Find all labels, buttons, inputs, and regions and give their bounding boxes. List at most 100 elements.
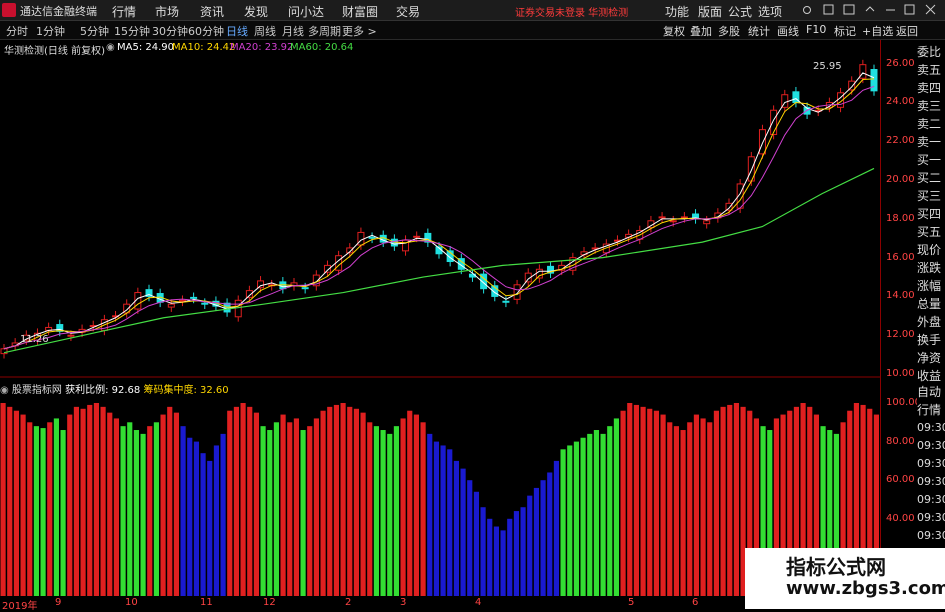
indicator-bar bbox=[680, 430, 686, 596]
side-item-lower[interactable]: 自动 bbox=[917, 384, 941, 400]
indicator-bar bbox=[700, 418, 706, 596]
menu-news[interactable]: 资讯 bbox=[200, 3, 224, 20]
indicator-bar bbox=[180, 426, 186, 596]
tool-f10[interactable]: F10 bbox=[806, 23, 826, 36]
indicator-bar bbox=[513, 511, 519, 596]
indicator-bar bbox=[687, 422, 693, 596]
period-60min[interactable]: 60分钟 bbox=[188, 23, 224, 39]
date-label: 12 bbox=[263, 597, 276, 608]
period-1min[interactable]: 1分钟 bbox=[36, 23, 65, 39]
indicator-bar bbox=[693, 414, 699, 596]
period-intraday[interactable]: 分时 bbox=[6, 23, 28, 39]
period-weekly[interactable]: 周线 bbox=[254, 23, 276, 39]
indicator-bar bbox=[160, 414, 166, 596]
tool-watchlist[interactable]: +自选 bbox=[862, 23, 893, 39]
candle-body bbox=[368, 236, 376, 239]
menu-quotes[interactable]: 行情 bbox=[112, 3, 136, 20]
period-multi[interactable]: 多周期 bbox=[308, 23, 341, 39]
period-monthly[interactable]: 月线 bbox=[282, 23, 304, 39]
close-icon[interactable] bbox=[925, 4, 936, 15]
side-item[interactable]: 买五 bbox=[917, 224, 941, 240]
indicator-bar bbox=[27, 422, 33, 596]
side-item[interactable]: 买三 bbox=[917, 188, 941, 204]
menu-options[interactable]: 选项 bbox=[758, 3, 782, 20]
side-item-lower[interactable]: 09:30 bbox=[917, 492, 945, 508]
side-item[interactable]: 外盘 bbox=[917, 314, 941, 330]
period-daily[interactable]: 日线 bbox=[226, 23, 248, 39]
side-item[interactable]: 卖二 bbox=[917, 116, 941, 132]
side-item-lower[interactable]: 09:30 bbox=[917, 420, 945, 436]
menu-market[interactable]: 市场 bbox=[155, 3, 179, 20]
side-item[interactable]: 卖一 bbox=[917, 134, 941, 150]
side-item[interactable]: 卖三 bbox=[917, 98, 941, 114]
indicator-bar bbox=[720, 406, 726, 596]
candlestick-chart[interactable] bbox=[0, 40, 880, 378]
tool-stats[interactable]: 统计 bbox=[748, 23, 770, 39]
tool-adjust[interactable]: 复权 bbox=[663, 23, 685, 39]
indicator-bar bbox=[573, 441, 579, 596]
indicator-bar bbox=[420, 422, 426, 596]
indicator-bar bbox=[393, 426, 399, 596]
menu-trade[interactable]: 交易 bbox=[396, 3, 420, 20]
side-item[interactable]: 买四 bbox=[917, 206, 941, 222]
side-item[interactable]: 涨跌 bbox=[917, 260, 941, 276]
side-item-lower[interactable]: 09:30 bbox=[917, 474, 945, 490]
side-item[interactable]: 换手 bbox=[917, 332, 941, 348]
period-5min[interactable]: 5分钟 bbox=[80, 23, 109, 39]
tool-mark[interactable]: 标记 bbox=[834, 23, 856, 39]
indicator-bar bbox=[460, 468, 466, 596]
side-item-lower[interactable]: 行情 bbox=[917, 402, 941, 418]
indicator-bar bbox=[400, 418, 406, 596]
indicator-bar bbox=[473, 491, 479, 596]
side-item[interactable]: 委比 bbox=[917, 44, 941, 60]
side-item-lower[interactable]: 09:30 bbox=[917, 528, 945, 544]
candle-body bbox=[0, 348, 8, 355]
menu-formula[interactable]: 公式 bbox=[728, 3, 752, 20]
menu-ask[interactable]: 问小达 bbox=[288, 3, 324, 20]
side-item[interactable]: 卖四 bbox=[917, 80, 941, 96]
indicator-bar bbox=[273, 422, 279, 596]
indicator-bar bbox=[0, 403, 6, 596]
side-item[interactable]: 净资 bbox=[917, 350, 941, 366]
indicator-bar bbox=[560, 449, 566, 596]
user-icon[interactable] bbox=[803, 6, 811, 14]
indicator-tick-label: 100.00 bbox=[886, 397, 921, 408]
tool-back[interactable]: 返回 bbox=[896, 23, 918, 39]
side-item[interactable]: 卖五 bbox=[917, 62, 941, 78]
price-tick-label: 14.00 bbox=[886, 290, 915, 302]
screen-icon[interactable] bbox=[843, 4, 855, 15]
indicator-bar bbox=[593, 430, 599, 596]
tool-draw[interactable]: 画线 bbox=[777, 23, 799, 39]
side-item-lower[interactable]: 09:30 bbox=[917, 510, 945, 526]
maximize-icon[interactable] bbox=[904, 4, 915, 15]
indicator-bar bbox=[713, 410, 719, 596]
date-label: 5 bbox=[628, 597, 635, 608]
side-item[interactable]: 现价 bbox=[917, 242, 941, 258]
period-30min[interactable]: 30分钟 bbox=[152, 23, 188, 39]
collapse-icon[interactable] bbox=[865, 6, 875, 12]
message-icon[interactable] bbox=[823, 4, 834, 15]
side-item[interactable]: 涨幅 bbox=[917, 278, 941, 294]
tool-multi[interactable]: 多股 bbox=[718, 23, 740, 39]
login-warning[interactable]: 证券交易未登录 华测检测 bbox=[515, 4, 628, 19]
menu-layout[interactable]: 版面 bbox=[698, 3, 722, 20]
menu-wealth[interactable]: 财富圈 bbox=[342, 3, 378, 20]
candle-body bbox=[502, 300, 510, 303]
period-more[interactable]: 更多 > bbox=[342, 23, 377, 39]
indicator-bar bbox=[127, 422, 133, 596]
side-item[interactable]: 总量 bbox=[917, 296, 941, 312]
indicator-bar bbox=[580, 437, 586, 596]
tool-overlay[interactable]: 叠加 bbox=[690, 23, 712, 39]
side-item[interactable]: 收益 bbox=[917, 368, 941, 384]
indicator-bar bbox=[493, 526, 499, 596]
period-15min[interactable]: 15分钟 bbox=[114, 23, 150, 39]
side-item[interactable]: 买二 bbox=[917, 170, 941, 186]
watermark-title: 指标公式网 bbox=[786, 555, 886, 579]
side-item[interactable]: 买一 bbox=[917, 152, 941, 168]
indicator-bar bbox=[307, 426, 313, 596]
side-item-lower[interactable]: 09:30 bbox=[917, 438, 945, 454]
menu-function[interactable]: 功能 bbox=[665, 3, 689, 20]
menu-discover[interactable]: 发现 bbox=[244, 3, 268, 20]
indicator-tick-label: 40.00 bbox=[886, 512, 915, 524]
side-item-lower[interactable]: 09:30 bbox=[917, 456, 945, 472]
